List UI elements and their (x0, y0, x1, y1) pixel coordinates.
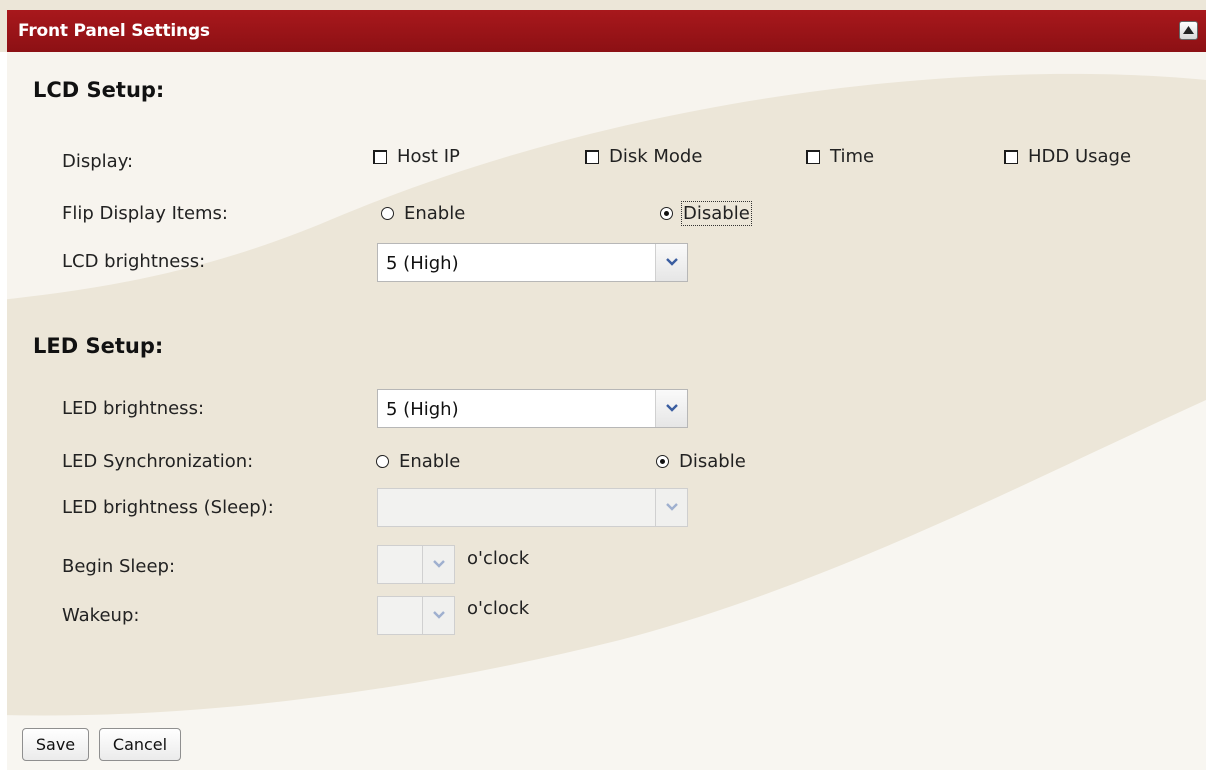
begin-sleep-dropdown-button[interactable] (422, 546, 454, 583)
led-brightness-value: 5 (High) (386, 399, 459, 420)
flip-disable-option[interactable]: Disable (660, 201, 752, 226)
hdd-usage-label: HDD Usage (1028, 146, 1132, 167)
led-sync-enable-radio[interactable] (376, 455, 389, 468)
led-sync-enable-option[interactable]: Enable (376, 451, 460, 472)
led-sync-disable-option[interactable]: Disable (656, 451, 746, 472)
led-brightness-label: LED brightness: (62, 398, 205, 419)
chevron-down-icon (666, 503, 678, 511)
disk-mode-checkbox[interactable] (585, 149, 599, 164)
display-option-time[interactable]: Time (806, 146, 874, 167)
hdd-usage-checkbox[interactable] (1004, 149, 1018, 164)
led-sleep-brightness-select[interactable] (377, 488, 688, 527)
disk-mode-label: Disk Mode (609, 146, 703, 167)
begin-sleep-select[interactable] (377, 545, 455, 584)
flip-display-label: Flip Display Items: (62, 203, 228, 224)
led-sleep-brightness-label: LED brightness (Sleep): (62, 497, 274, 518)
lcd-brightness-select[interactable]: 5 (High) (377, 243, 688, 282)
display-option-disk-mode[interactable]: Disk Mode (585, 146, 702, 167)
collapse-up-icon (1183, 26, 1194, 34)
chevron-down-icon (433, 611, 445, 619)
led-brightness-dropdown-button[interactable] (655, 390, 687, 427)
wakeup-select[interactable] (377, 596, 455, 635)
chevron-down-icon (666, 404, 678, 412)
lcd-brightness-value: 5 (High) (386, 253, 459, 274)
collapse-button[interactable] (1179, 21, 1198, 40)
lcd-brightness-dropdown-button[interactable] (655, 244, 687, 281)
lcd-setup-heading: LCD Setup: (33, 78, 165, 102)
chevron-down-icon (433, 560, 445, 568)
lcd-brightness-label: LCD brightness: (62, 251, 206, 272)
led-brightness-select[interactable]: 5 (High) (377, 389, 688, 428)
led-sleep-brightness-dropdown-button[interactable] (655, 489, 687, 526)
wakeup-dropdown-button[interactable] (422, 597, 454, 634)
led-sync-disable-label: Disable (679, 451, 746, 472)
chevron-down-icon (666, 258, 678, 266)
time-checkbox[interactable] (806, 149, 820, 164)
display-option-hdd-usage[interactable]: HDD Usage (1004, 146, 1131, 167)
led-sync-disable-radio[interactable] (656, 455, 669, 468)
flip-disable-radio[interactable] (660, 207, 673, 220)
flip-disable-label: Disable (681, 201, 752, 226)
host-ip-label: Host IP (397, 146, 460, 167)
save-button[interactable]: Save (22, 728, 89, 761)
settings-form: LCD Setup: Display: Host IP Disk Mode Ti… (0, 0, 1206, 770)
host-ip-checkbox[interactable] (373, 149, 387, 164)
cancel-button[interactable]: Cancel (99, 728, 181, 761)
flip-enable-radio[interactable] (381, 207, 394, 220)
wakeup-unit: o'clock (467, 598, 530, 619)
display-option-host-ip[interactable]: Host IP (373, 146, 460, 167)
panel-title-bar: Front Panel Settings (7, 10, 1206, 52)
display-label: Display: (62, 151, 134, 172)
begin-sleep-label: Begin Sleep: (62, 556, 176, 577)
time-label: Time (830, 146, 875, 167)
wakeup-label: Wakeup: (62, 605, 140, 626)
flip-enable-option[interactable]: Enable (381, 203, 465, 224)
flip-enable-label: Enable (404, 203, 466, 224)
panel-title: Front Panel Settings (18, 21, 210, 41)
led-sync-label: LED Synchronization: (62, 451, 254, 472)
begin-sleep-unit: o'clock (467, 548, 530, 569)
led-sync-enable-label: Enable (399, 451, 461, 472)
front-panel-settings-panel: Front Panel Settings LCD Setup: Display:… (0, 0, 1206, 770)
led-setup-heading: LED Setup: (33, 334, 164, 358)
